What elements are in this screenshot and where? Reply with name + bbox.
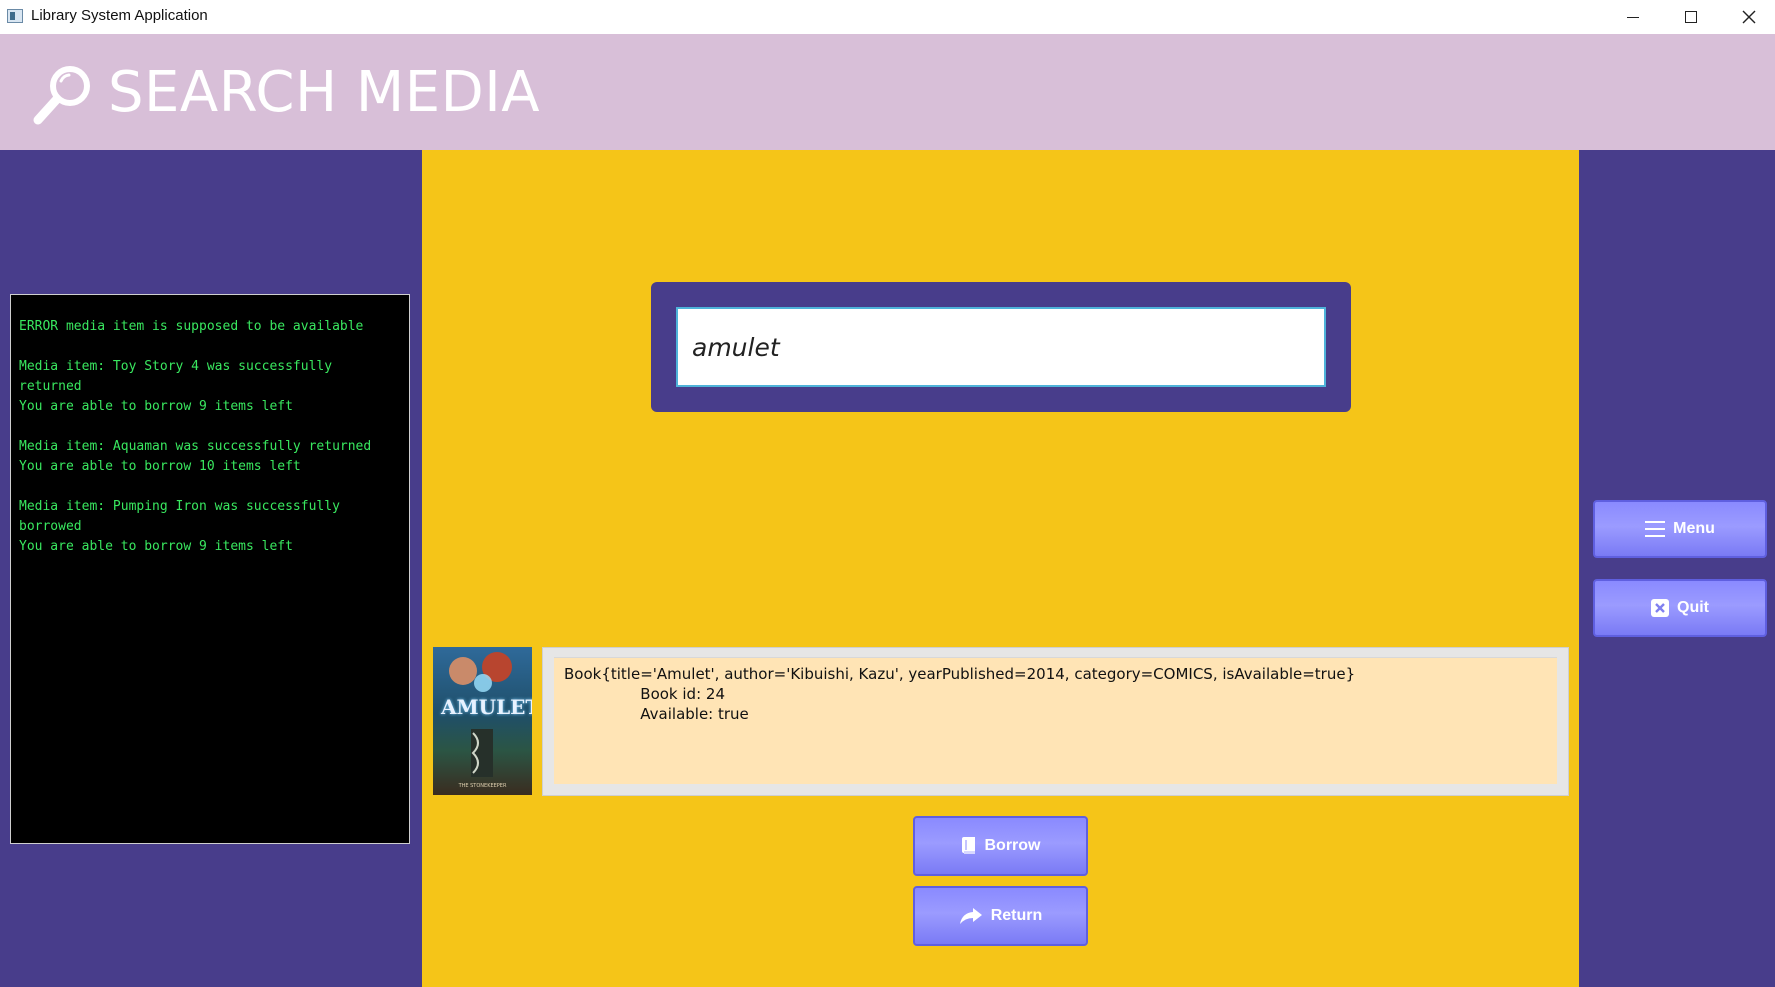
console-line: Media item: Pumping Iron was successfull… (19, 499, 340, 514)
cover-subtitle: THE STONEKEEPER (458, 783, 507, 789)
menu-icon (1645, 520, 1666, 538)
share-arrow-icon (959, 907, 983, 925)
cover-art (449, 652, 512, 777)
console-log[interactable]: ERROR media item is supposed to be avail… (10, 294, 410, 844)
return-button-label: Return (990, 907, 1043, 924)
console-line: You are able to borrow 9 items left (19, 399, 293, 414)
page-header: SEARCH MEDIA (0, 34, 1775, 150)
app-window: Library System Application SEARCH MEDIA … (0, 0, 1775, 987)
search-container (651, 282, 1351, 412)
borrow-button[interactable]: Borrow (913, 816, 1088, 876)
book-icon (961, 836, 977, 856)
app-icon (7, 9, 23, 23)
quit-button[interactable]: Quit (1593, 579, 1767, 637)
close-icon (1742, 10, 1756, 24)
menu-button-label: Menu (1673, 520, 1715, 537)
menu-button[interactable]: Menu (1593, 500, 1767, 558)
close-button[interactable] (1720, 0, 1775, 34)
page-title: SEARCH MEDIA (108, 60, 541, 125)
window-title: Library System Application (31, 7, 208, 24)
quit-button-label: Quit (1677, 599, 1709, 616)
search-input[interactable] (676, 307, 1326, 387)
console-line: You are able to borrow 9 items left (19, 539, 293, 554)
minimize-icon (1627, 16, 1639, 18)
book-cover-image: AMULET THE STONEKEEPER (433, 647, 532, 795)
console-line: Media item: Toy Story 4 was successfully… (19, 359, 340, 394)
console-line: ERROR media item is supposed to be avail… (19, 319, 364, 334)
right-panel (1579, 150, 1775, 987)
result-details[interactable]: Book{title='Amulet', author='Kibuishi, K… (554, 657, 1557, 784)
maximize-icon (1685, 11, 1697, 23)
search-icon (33, 66, 90, 125)
borrow-button-label: Borrow (984, 837, 1041, 854)
close-box-icon (1651, 599, 1669, 617)
console-line: Media item: Aquaman was successfully ret… (19, 439, 372, 454)
console-line: borrowed (19, 519, 82, 534)
minimize-button[interactable] (1604, 0, 1662, 34)
cover-title: AMULET (441, 695, 532, 719)
result-panel: Book{title='Amulet', author='Kibuishi, K… (542, 647, 1569, 796)
title-bar: Library System Application (0, 0, 1775, 34)
return-button[interactable]: Return (913, 886, 1088, 946)
console-line: You are able to borrow 10 items left (19, 459, 301, 474)
maximize-button[interactable] (1662, 0, 1720, 34)
